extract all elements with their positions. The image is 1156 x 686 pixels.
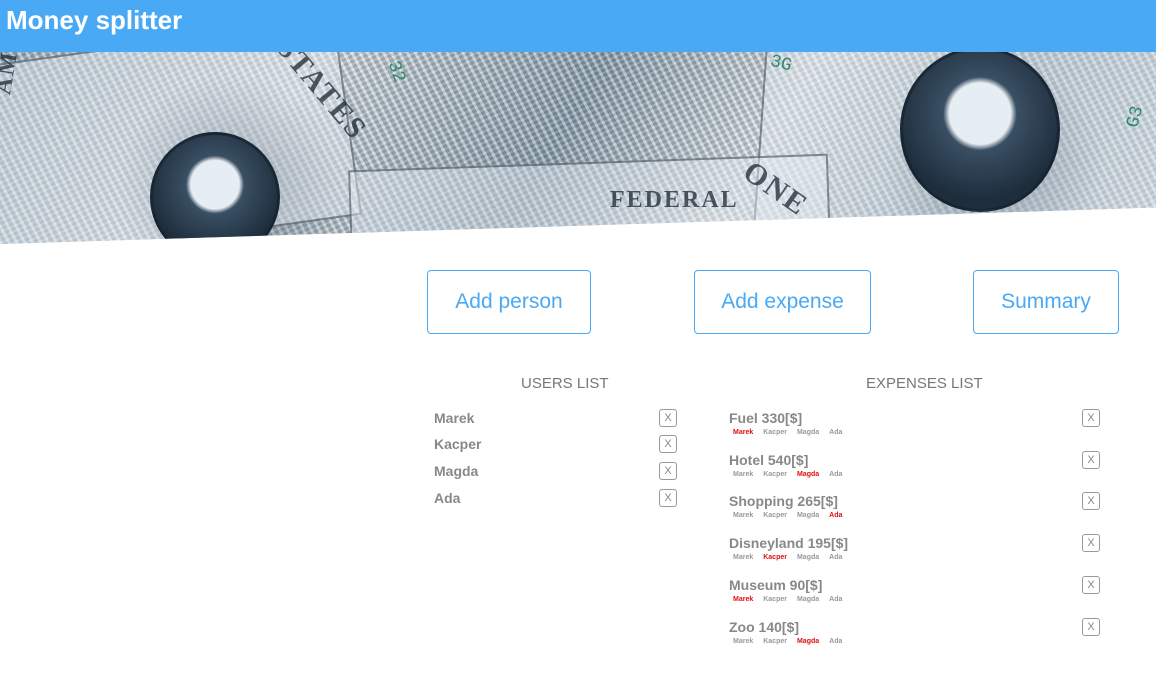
- participant-tag: Kacper: [763, 554, 787, 561]
- hero-banner-image: AMERICA STATES ONE FEDERAL 32 3G G3: [0, 52, 1156, 244]
- participant-tag: Magda: [796, 512, 820, 519]
- participant-tag: Kacper: [763, 638, 787, 645]
- participant-tag: Marek: [733, 596, 754, 603]
- participant-tag: Ada: [829, 429, 843, 436]
- participant-tag: Magda: [796, 429, 820, 436]
- expense-row: Zoo 140[$] Marek Kacper Magda Ada X: [729, 618, 1101, 655]
- remove-expense-button[interactable]: X: [1082, 451, 1100, 469]
- participant-tag: Kacper: [763, 512, 787, 519]
- expense-participants: Marek Kacper Magda Ada: [733, 554, 852, 561]
- expense-label: Museum 90[$]: [729, 577, 823, 593]
- user-row: Ada X: [434, 489, 678, 510]
- expenses-list-title: EXPENSES LIST: [866, 375, 983, 392]
- expense-participants: Marek Kacper Magda Ada: [733, 429, 852, 436]
- users-list-title: USERS LIST: [521, 375, 609, 392]
- expense-row: Shopping 265[$] Marek Kacper Magda Ada X: [729, 492, 1101, 529]
- app-title: Money splitter: [6, 5, 183, 35]
- add-person-button[interactable]: Add person: [427, 270, 591, 334]
- participant-tag: Kacper: [763, 429, 787, 436]
- participant-tag: Magda: [796, 471, 820, 478]
- expense-participants: Marek Kacper Magda Ada: [733, 471, 852, 478]
- remove-user-button[interactable]: X: [659, 409, 677, 427]
- expense-participants: Marek Kacper Magda Ada: [733, 596, 852, 603]
- remove-expense-button[interactable]: X: [1082, 576, 1100, 594]
- expense-label: Shopping 265[$]: [729, 493, 838, 509]
- bill-text-federal: FEDERAL: [610, 187, 739, 213]
- participant-tag: Ada: [829, 471, 843, 478]
- expense-row: Disneyland 195[$] Marek Kacper Magda Ada…: [729, 534, 1101, 571]
- user-name: Ada: [434, 490, 461, 506]
- participant-tag: Magda: [796, 554, 820, 561]
- remove-expense-button[interactable]: X: [1082, 409, 1100, 427]
- remove-expense-button[interactable]: X: [1082, 492, 1100, 510]
- user-name: Marek: [434, 410, 475, 426]
- participant-tag: Marek: [733, 638, 754, 645]
- participant-tag: Ada: [829, 596, 843, 603]
- participant-tag: Marek: [733, 512, 754, 519]
- expense-row: Fuel 330[$] Marek Kacper Magda Ada X: [729, 409, 1101, 446]
- participant-tag: Kacper: [763, 471, 787, 478]
- add-expense-button[interactable]: Add expense: [694, 270, 871, 334]
- app-header: Money splitter: [0, 0, 1156, 52]
- user-name: Magda: [434, 463, 479, 479]
- expense-row: Museum 90[$] Marek Kacper Magda Ada X: [729, 576, 1101, 613]
- expense-label: Disneyland 195[$]: [729, 535, 849, 551]
- portrait-right: [900, 52, 1060, 212]
- expense-label: Zoo 140[$]: [729, 619, 800, 635]
- user-row: Marek X: [434, 409, 678, 430]
- user-row: Magda X: [434, 462, 678, 483]
- participant-tag: Marek: [733, 471, 754, 478]
- bill-serial-1: 32: [382, 58, 409, 86]
- remove-expense-button[interactable]: X: [1082, 618, 1100, 636]
- expense-label: Hotel 540[$]: [729, 452, 809, 468]
- participant-tag: Ada: [829, 554, 843, 561]
- user-row: Kacper X: [434, 435, 678, 456]
- participant-tag: Kacper: [763, 596, 787, 603]
- participant-tag: Ada: [829, 512, 843, 519]
- summary-button[interactable]: Summary: [973, 270, 1119, 334]
- expense-participants: Marek Kacper Magda Ada: [733, 512, 852, 519]
- remove-user-button[interactable]: X: [659, 489, 677, 507]
- participant-tag: Magda: [796, 596, 820, 603]
- participant-tag: Marek: [733, 554, 754, 561]
- expense-participants: Marek Kacper Magda Ada: [733, 638, 852, 645]
- remove-user-button[interactable]: X: [659, 462, 677, 480]
- remove-expense-button[interactable]: X: [1082, 534, 1100, 552]
- participant-tag: Marek: [733, 429, 754, 436]
- remove-user-button[interactable]: X: [659, 435, 677, 453]
- expense-label: Fuel 330[$]: [729, 410, 803, 426]
- participant-tag: Ada: [829, 638, 843, 645]
- participant-tag: Magda: [796, 638, 820, 645]
- expense-row: Hotel 540[$] Marek Kacper Magda Ada X: [729, 451, 1101, 488]
- user-name: Kacper: [434, 436, 482, 452]
